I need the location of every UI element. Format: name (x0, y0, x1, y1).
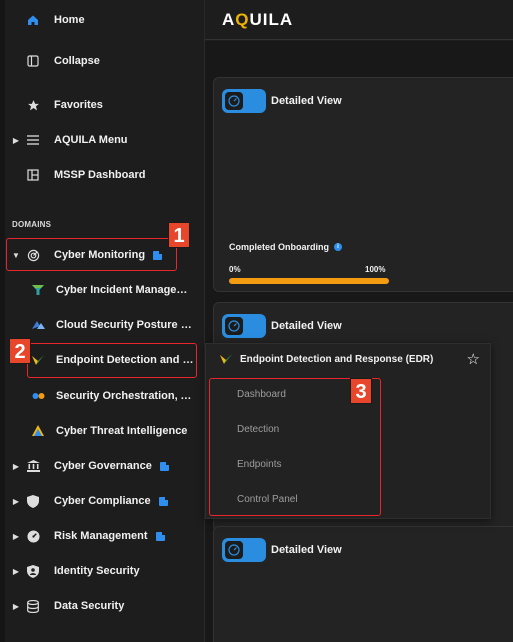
collapse-icon (22, 53, 44, 69)
card-title: Detailed View (271, 544, 342, 556)
card-title: Detailed View (271, 320, 342, 332)
database-icon (22, 598, 44, 614)
annotation-tag-3: 3 (350, 378, 372, 404)
building-icon (22, 458, 44, 474)
popup-item-control-panel[interactable]: Control Panel (237, 494, 298, 505)
sidebar-item-label: Collapse (54, 55, 100, 67)
identity-shield-icon (22, 563, 44, 579)
sidebar-item-label: Home (54, 14, 85, 26)
soar-logo-icon (30, 388, 46, 404)
cloud-logo-icon (30, 317, 46, 333)
domains-heading: DOMAINS (12, 220, 52, 229)
onboarding-label-text: Completed Onboarding (229, 242, 329, 252)
edit-icon[interactable] (159, 460, 170, 471)
sidebar-subitem-cyber-incident[interactable]: Cyber Incident Management (30, 275, 204, 305)
detailed-view-card: Detailed View Completed Onboarding i 0% … (213, 77, 513, 292)
edr-logo-icon (30, 352, 46, 368)
sidebar-item-risk-management[interactable]: ▶ Risk Management (10, 521, 204, 551)
sidebar-subitem-soar[interactable]: Security Orchestration, Automation (30, 381, 204, 411)
sidebar-item-label: Cyber Monitoring (54, 249, 146, 261)
edit-icon[interactable] (155, 530, 166, 541)
caret-right-icon: ▶ (12, 531, 20, 541)
sidebar-item-label: AQUILA Menu (54, 134, 128, 146)
funnel-logo-icon (30, 282, 46, 298)
menu-icon (22, 132, 44, 148)
caret-right-icon: ▶ (12, 601, 20, 611)
view-toggle[interactable] (222, 538, 266, 562)
sidebar-item-favorites[interactable]: Favorites (10, 90, 204, 120)
app-logo: AQUILA (222, 10, 293, 30)
shield-icon (22, 493, 44, 509)
sidebar-item-label: MSSP Dashboard (54, 169, 146, 181)
caret-right-icon: ▶ (12, 135, 20, 145)
popup-item-dashboard[interactable]: Dashboard (237, 389, 286, 400)
progress-min-label: 0% (229, 265, 241, 274)
sidebar-subitem-label: Security Orchestration, Automation (56, 390, 194, 402)
sidebar-item-label: Cyber Compliance (54, 495, 151, 507)
annotation-tag-1: 1 (168, 222, 190, 248)
onboarding-label: Completed Onboarding i (229, 242, 342, 252)
edit-icon[interactable] (158, 495, 169, 506)
sidebar-subitem-label: Cyber Incident Management (56, 284, 194, 296)
radar-icon (22, 247, 44, 263)
view-toggle[interactable] (222, 89, 266, 113)
popup-title-text: Endpoint Detection and Response (EDR) (240, 353, 434, 365)
sidebar-subitem-cloud-security[interactable]: Cloud Security Posture Management (30, 310, 204, 340)
caret-right-icon: ▶ (12, 461, 20, 471)
sidebar-item-aquila-menu[interactable]: ▶ AQUILA Menu (10, 125, 204, 155)
logo-text: AQUILA (222, 10, 294, 29)
sidebar-item-mssp-dashboard[interactable]: MSSP Dashboard (10, 160, 204, 190)
threat-intel-logo-icon (30, 423, 46, 439)
view-toggle[interactable] (222, 314, 266, 338)
info-icon[interactable]: i (334, 243, 342, 251)
dashboard-icon (22, 167, 44, 183)
annotation-tag-2: 2 (9, 338, 31, 364)
speedometer-icon (224, 540, 244, 560)
caret-right-icon: ▶ (12, 496, 20, 506)
speedometer-icon (224, 316, 244, 336)
popup-item-detection[interactable]: Detection (237, 424, 279, 435)
caret-right-icon: ▶ (12, 566, 20, 576)
home-icon (22, 12, 44, 28)
card-title: Detailed View (271, 95, 342, 107)
sidebar-subitem-threat-intel[interactable]: Cyber Threat Intelligence (30, 416, 204, 446)
popup-title: Endpoint Detection and Response (EDR) (220, 353, 433, 365)
star-icon (22, 97, 44, 113)
progress-max-label: 100% (365, 265, 386, 274)
sidebar-item-identity-security[interactable]: ▶ Identity Security (10, 556, 204, 586)
speedometer-icon (224, 91, 244, 111)
sidebar-item-label: Data Security (54, 600, 125, 612)
sidebar-subitem-label: Cyber Threat Intelligence (56, 425, 188, 437)
sidebar-subitem-edr[interactable]: Endpoint Detection and Response (30, 345, 204, 375)
sidebar-item-label: Cyber Governance (54, 460, 152, 472)
sidebar-item-label: Favorites (54, 99, 103, 111)
sidebar-subitem-label: Cloud Security Posture Management (56, 319, 194, 331)
sidebar-item-label: Identity Security (54, 565, 140, 577)
sidebar-item-cyber-governance[interactable]: ▶ Cyber Governance (10, 451, 204, 481)
gauge-icon (22, 528, 44, 544)
popup-item-endpoints[interactable]: Endpoints (237, 459, 281, 470)
edit-icon[interactable] (153, 249, 164, 260)
sidebar-strip (0, 0, 5, 642)
edr-logo-icon (220, 353, 232, 365)
detailed-view-card: Detailed View (213, 526, 513, 642)
sidebar-item-home[interactable]: Home (10, 5, 204, 35)
caret-down-icon: ▼ (12, 250, 20, 260)
sidebar-subitem-label: Endpoint Detection and Response (56, 354, 194, 366)
edr-popup-menu: Endpoint Detection and Response (EDR) ☆ … (205, 343, 491, 519)
favorite-star-icon[interactable]: ☆ (467, 350, 480, 368)
sidebar: Home Collapse Favorites ▶ AQUILA Menu MS… (0, 0, 205, 642)
sidebar-item-data-security[interactable]: ▶ Data Security (10, 591, 204, 621)
sidebar-item-collapse[interactable]: Collapse (10, 46, 204, 76)
sidebar-item-label: Risk Management (54, 530, 148, 542)
sidebar-item-cyber-compliance[interactable]: ▶ Cyber Compliance (10, 486, 204, 516)
onboarding-progress-bar (229, 278, 389, 284)
